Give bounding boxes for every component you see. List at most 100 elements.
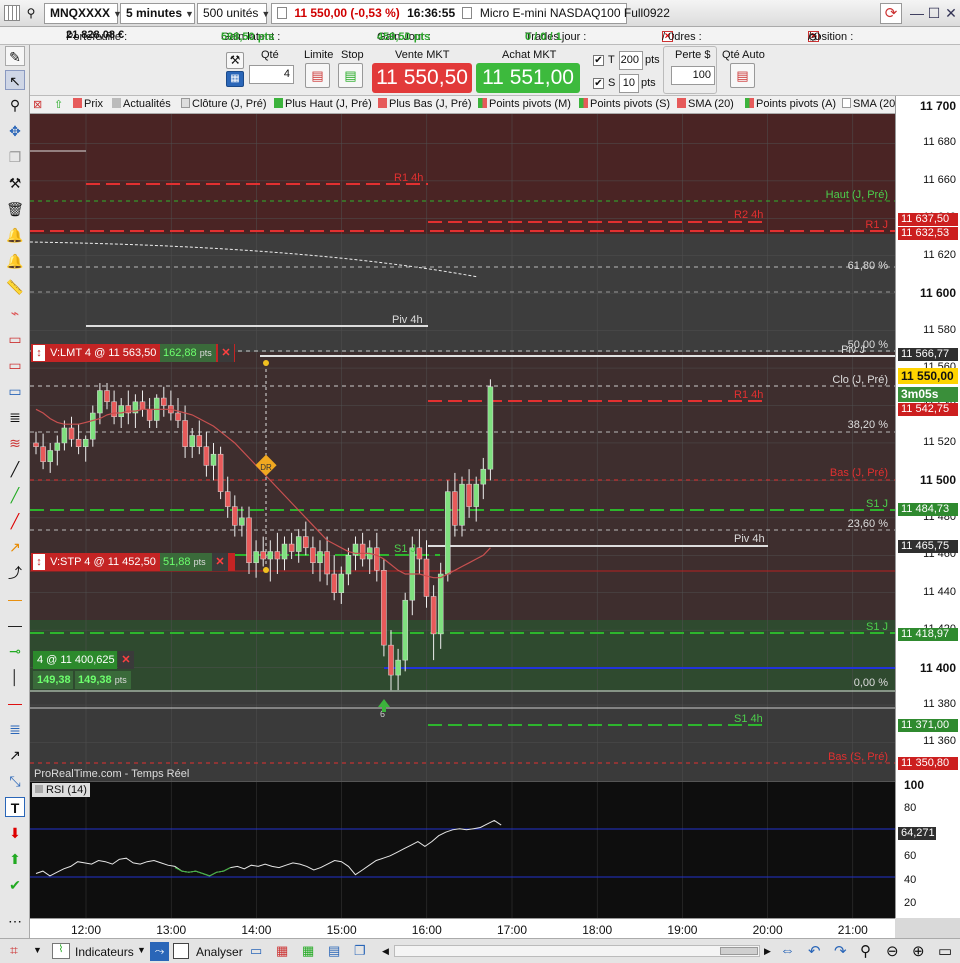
rsi-panel[interactable]: RSI (14) xyxy=(30,781,895,918)
trash-icon[interactable]: 🗑 xyxy=(5,199,25,219)
arrow-down-red-icon[interactable]: ⬇ xyxy=(5,823,25,843)
polyline-icon[interactable]: ⤴ xyxy=(5,563,25,583)
line-black-icon[interactable]: ╱ xyxy=(5,459,25,479)
line-green-icon[interactable]: ╱ xyxy=(5,485,25,505)
text-icon[interactable]: T xyxy=(5,797,25,817)
indicators-button[interactable]: Indicateurs xyxy=(75,945,134,959)
indicator-up-icon[interactable]: ⇧ xyxy=(54,98,63,111)
indicator-close-icon[interactable]: ⊠ xyxy=(33,98,42,111)
alert-icon[interactable]: 🔔 xyxy=(5,225,25,245)
layout-icon[interactable]: ▭ xyxy=(938,942,952,960)
position-tag[interactable]: 4 @ 11 400,625 xyxy=(33,651,117,669)
fib-icon[interactable]: ▭ xyxy=(5,381,25,401)
stop-order-button[interactable]: ▤ xyxy=(338,63,363,88)
symbol-selector[interactable]: MNQXXXX ▼ xyxy=(44,3,122,24)
scroll-right-button[interactable]: ▶ xyxy=(764,946,771,957)
close-position-button[interactable]: ✕ xyxy=(118,651,134,669)
indicator-pivots-m[interactable]: Points pivots (M) xyxy=(478,98,571,110)
rectangle-icon[interactable]: ▭ xyxy=(5,355,25,375)
refresh-icon[interactable]: ⟳ xyxy=(880,3,902,24)
arrow-orange-icon[interactable]: ↗ xyxy=(5,537,25,557)
units-selector[interactable]: 500 unités ▼ xyxy=(197,3,270,24)
indicator-sma[interactable]: SMA (20) xyxy=(677,98,734,110)
link-icon[interactable]: ⚲ xyxy=(24,6,38,20)
pointer-icon[interactable]: ↖ xyxy=(5,70,25,90)
rsi-chart-svg[interactable] xyxy=(30,782,895,918)
zoom-out-icon[interactable]: ⊖ xyxy=(886,942,899,960)
sell-market-button[interactable]: 11 550,50 xyxy=(372,63,472,93)
price-scale[interactable]: 11 70011 68011 66011 64011 62011 60011 5… xyxy=(895,96,960,918)
indicator-pivots-a[interactable]: Points pivots (A) xyxy=(745,98,836,110)
hline-icon[interactable]: — xyxy=(5,615,25,635)
magic-tool-icon[interactable]: ⚒ xyxy=(5,173,25,193)
calc-icon[interactable]: ▦ xyxy=(276,943,288,959)
arrow-up-green-icon[interactable]: ⬆ xyxy=(5,849,25,869)
indicator-sma-2[interactable]: SMA (20) xyxy=(842,98,895,110)
line-red-icon[interactable]: ╱ xyxy=(5,511,25,531)
tools-icon[interactable]: ⚒ xyxy=(226,52,244,69)
more-icon[interactable]: ⋯ xyxy=(5,911,25,931)
arrow-cross-icon[interactable]: ⤡ xyxy=(5,771,25,791)
qty-input[interactable]: 4 xyxy=(249,65,294,84)
vline-icon[interactable]: │ xyxy=(5,667,25,687)
horizontal-scrollbar[interactable] xyxy=(394,945,760,957)
share-icon[interactable]: ⤳ xyxy=(150,942,169,961)
bell-icon[interactable]: 🔔 xyxy=(5,251,25,271)
indicator-actualites[interactable]: Actualités xyxy=(112,98,171,110)
price-chart-svg[interactable]: R1 4h Haut (J, Pré) R2 4h R1 J 61,80 % P… xyxy=(30,114,895,781)
limit-order-button[interactable]: ▤ xyxy=(305,63,330,88)
docs-icon[interactable]: ❐ xyxy=(354,943,366,959)
check-icon[interactable]: ✔ xyxy=(5,875,25,895)
fit-icon[interactable]: ⇔ xyxy=(780,942,795,959)
channel-icon[interactable]: ▭ xyxy=(5,329,25,349)
keypad-icon[interactable]: ▦ xyxy=(226,71,244,87)
settings-icon[interactable]: ⚙ xyxy=(808,31,818,44)
palette-dropdown[interactable]: ▼ xyxy=(33,945,42,955)
pencil-icon[interactable]: ✎ xyxy=(5,46,25,66)
indicator-prix[interactable]: Prix xyxy=(73,98,103,110)
close-button[interactable]: ✕ xyxy=(942,4,960,22)
drag-arrows-icon[interactable]: ↕ xyxy=(33,345,45,361)
time-axis[interactable]: 12:00 13:00 14:00 15:00 16:00 17:00 18:00 19:00… xyxy=(30,918,895,938)
zoom-fit-icon[interactable]: ⚲ xyxy=(860,942,871,960)
cancel-limit-order-button[interactable]: ✕ xyxy=(218,344,234,362)
palette-icon[interactable]: ⌗ xyxy=(4,942,24,960)
hline-orange-icon[interactable]: — xyxy=(5,589,25,609)
s-input[interactable]: 10 xyxy=(619,74,639,93)
t-checkbox[interactable]: ✔ xyxy=(593,55,604,66)
qty-auto-button[interactable]: ▤ xyxy=(730,63,755,88)
s-checkbox[interactable]: ✔ xyxy=(593,78,604,89)
undo-icon[interactable]: ↶ xyxy=(808,942,821,960)
fib-time-icon[interactable]: ≣ xyxy=(5,719,25,739)
price-chart[interactable]: R1 4h Haut (J, Pré) R2 4h R1 J 61,80 % P… xyxy=(30,114,895,781)
list-icon[interactable]: ▤ xyxy=(328,943,340,959)
indicator-plus-haut[interactable]: Plus Haut (J, Pré) xyxy=(274,98,372,110)
arrow-up-right-icon[interactable]: ↗ xyxy=(5,745,25,765)
scrollbar-thumb[interactable] xyxy=(720,947,758,955)
scroll-left-button[interactable]: ◀ xyxy=(382,946,389,957)
indicator-pivots-s[interactable]: Points pivots (S) xyxy=(579,98,670,110)
drag-arrows-icon[interactable]: ↕ xyxy=(33,554,45,570)
loss-input[interactable]: 100 xyxy=(671,66,715,85)
chat-icon[interactable]: ▭ xyxy=(250,943,262,959)
redo-icon[interactable]: ↷ xyxy=(834,942,847,960)
hline-red-icon[interactable]: — xyxy=(5,693,25,713)
indicator-plus-bas[interactable]: Plus Bas (J, Pré) xyxy=(378,98,472,110)
ruler-icon[interactable]: 📏 xyxy=(5,277,25,297)
copy-icon[interactable]: ❐ xyxy=(5,147,25,167)
analyse-button[interactable]: Analyser xyxy=(196,945,243,959)
rsi-label[interactable]: RSI (14) xyxy=(32,783,90,797)
table-icon[interactable]: ▦ xyxy=(302,943,314,959)
zoom-in-icon[interactable]: ⊕ xyxy=(912,942,925,960)
move-icon[interactable]: ✥ xyxy=(5,121,25,141)
interval-selector[interactable]: 5 minutes ▼ xyxy=(120,3,195,24)
hline-green-icon[interactable]: ⊸ xyxy=(5,641,25,661)
buy-market-button[interactable]: 11 551,00 xyxy=(476,63,580,93)
zoom-icon[interactable]: ⚲ xyxy=(5,95,25,115)
eraser-icon[interactable]: ⌁ xyxy=(5,303,25,323)
minimize-button[interactable]: — xyxy=(908,4,926,22)
fib-levels-icon[interactable]: ≣ xyxy=(5,407,25,427)
cancel-stop-order-button[interactable]: ✕ xyxy=(212,553,228,571)
maximize-button[interactable]: ☐ xyxy=(925,4,943,22)
gann-icon[interactable]: ≋ xyxy=(5,433,25,453)
